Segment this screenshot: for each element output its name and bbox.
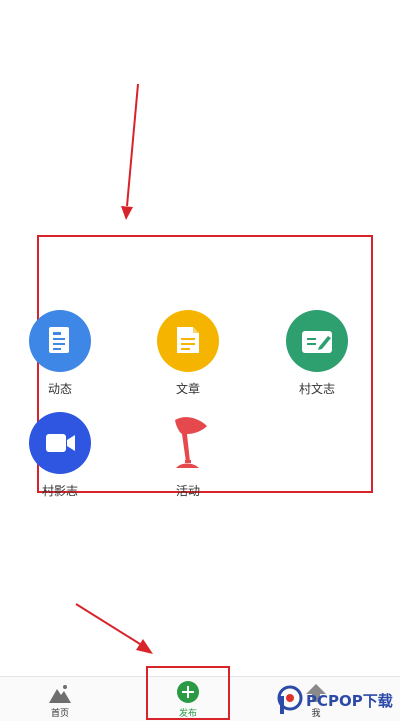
flag-icon (157, 412, 219, 474)
watermark: PCPOP下载 (276, 684, 400, 720)
publish-item-label: 活动 (175, 484, 200, 498)
publish-item-label: 文章 (175, 382, 200, 396)
mountain-icon (49, 685, 71, 703)
publish-item-dynamic[interactable]: 动态 (20, 310, 100, 397)
publish-item-label: 村影志 (41, 484, 78, 498)
document-icon (157, 310, 219, 372)
video-camera-icon (29, 412, 91, 474)
annotation-publish-box (146, 666, 230, 720)
watermark-text: PCPOP下载 (306, 692, 393, 710)
edit-note-icon (286, 310, 348, 372)
annotation-arrow-bottom (75, 603, 153, 654)
publish-item-village-writing[interactable]: 村文志 (277, 310, 357, 397)
publish-item-activity[interactable]: 活动 (148, 412, 228, 499)
publish-item-article[interactable]: 文章 (148, 310, 228, 397)
publish-item-label: 村文志 (298, 382, 335, 396)
annotation-arrow-top (121, 83, 139, 220)
nav-home-label: 首页 (50, 709, 69, 719)
publish-item-village-video[interactable]: 村影志 (20, 412, 100, 499)
nav-home[interactable]: 首页 (20, 677, 100, 721)
publish-item-label: 动态 (47, 382, 72, 396)
pcpop-logo-icon (277, 685, 303, 714)
doc-list-icon (29, 310, 91, 372)
